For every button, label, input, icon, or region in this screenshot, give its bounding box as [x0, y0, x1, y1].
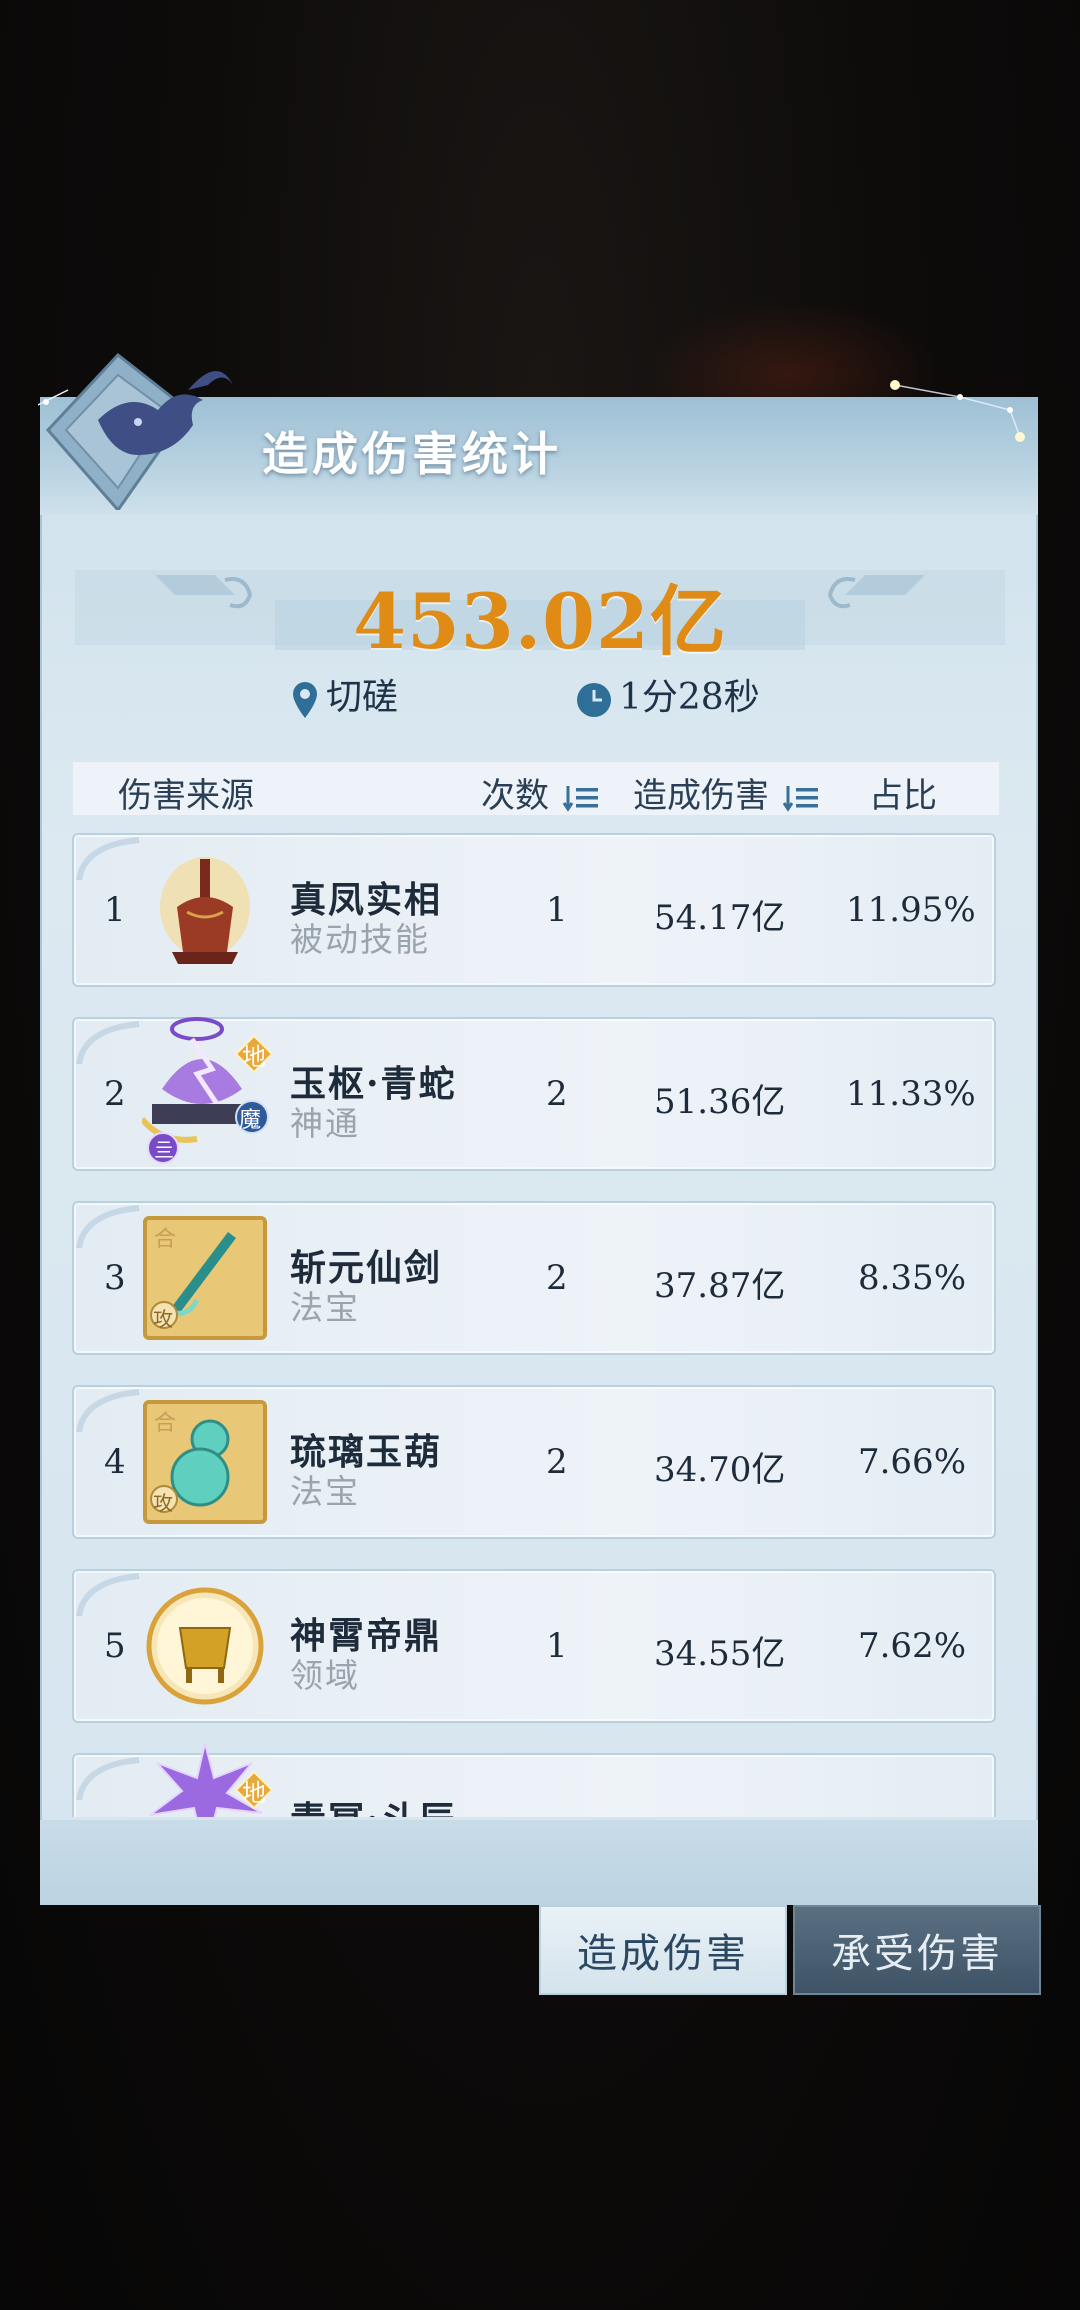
corner-ornament — [76, 1573, 140, 1617]
phoenix-statue-icon — [160, 857, 250, 964]
location-pin-icon — [293, 682, 317, 718]
source-type: 被动技能 — [290, 920, 430, 959]
header-damage[interactable]: 造成伤害 — [633, 768, 820, 817]
header-damage-label: 造成伤害 — [633, 776, 769, 816]
hit-count: 1 — [546, 1626, 568, 1666]
row-index: 2 — [104, 1074, 126, 1114]
constellation-decoration — [890, 380, 1025, 442]
hit-count: 2 — [546, 1258, 568, 1298]
row-index: 3 — [104, 1258, 126, 1298]
header-ratio: 占比 — [869, 776, 937, 816]
beast-emblem-icon — [38, 352, 233, 510]
header-count[interactable]: 次数 — [481, 768, 600, 817]
list-item[interactable]: 地 青冥·斗辰 — [72, 1743, 996, 1817]
tab-damage-taken[interactable]: 承受伤害 — [793, 1905, 1041, 1995]
source-type: 法宝 — [290, 1288, 360, 1327]
corner-ornament — [76, 1389, 140, 1433]
tab-damage-dealt[interactable]: 造成伤害 — [539, 1905, 787, 1995]
row-index: 5 — [104, 1626, 126, 1666]
source-type: 神通 — [290, 1104, 360, 1143]
damage-value: 54.17亿 — [654, 898, 786, 938]
badge-top-label: 合 — [154, 1411, 177, 1436]
sort-icon — [562, 786, 598, 812]
badge-right-label: 魔 — [239, 1108, 262, 1133]
location-info: 切磋 — [290, 668, 398, 720]
panel-title: 造成伤害统计 — [262, 427, 562, 481]
list-item[interactable]: 3 合 攻 斩元仙剑 法宝 2 37.87亿 8.35% — [72, 1201, 996, 1355]
list-item[interactable]: 2 地 魔 亖 玉枢·青蛇 神通 2 51.36亿 11.33% — [72, 1017, 996, 1171]
badge-bottom-label: 攻 — [153, 1491, 173, 1515]
corner-ornament — [76, 1205, 140, 1249]
badge-top-label: 地 — [242, 1043, 266, 1071]
badge-bottom-label: 攻 — [153, 1307, 173, 1331]
list-item[interactable]: 5 神霄帝鼎 领域 1 34.55亿 7.62% — [72, 1569, 996, 1723]
damage-value: 51.36亿 — [654, 1082, 786, 1122]
row-index: 1 — [104, 890, 126, 930]
damage-ratio: 7.62% — [857, 1626, 966, 1666]
corner-ornament — [76, 1757, 140, 1801]
damage-ratio: 7.66% — [857, 1442, 966, 1482]
sort-icon — [782, 786, 818, 812]
table-header: 伤害来源 次数 造成伤害 占比 — [73, 762, 999, 817]
hit-count: 2 — [546, 1074, 568, 1114]
damage-ratio: 11.95% — [846, 890, 976, 930]
hit-count: 1 — [546, 890, 568, 930]
badge-bottom-label: 亖 — [154, 1138, 174, 1162]
damage-value: 37.87亿 — [654, 1266, 786, 1306]
damage-source-list[interactable]: 1 真凤实相 被动技能 1 54.17亿 11.95% 2 地 魔 亖 玉枢·青… — [72, 830, 1007, 1817]
corner-ornament — [76, 837, 140, 881]
total-damage-value: 453.02亿 — [353, 577, 727, 666]
damage-value: 34.55亿 — [654, 1634, 786, 1674]
list-item[interactable]: 4 合 攻 琉璃玉葫 法宝 2 34.70亿 7.66% — [72, 1385, 996, 1539]
hit-count: 2 — [546, 1442, 568, 1482]
damage-ratio: 8.35% — [857, 1258, 966, 1298]
corner-ornament — [76, 1021, 140, 1065]
badge-top-label: 合 — [154, 1227, 177, 1252]
clock-icon — [577, 683, 611, 717]
damage-value: 34.70亿 — [654, 1450, 786, 1490]
panel-footer — [40, 1820, 1038, 1905]
golden-cauldron-icon — [146, 1587, 264, 1705]
location-text: 切磋 — [326, 677, 399, 718]
source-type: 领域 — [290, 1656, 360, 1695]
row-index: 4 — [104, 1442, 126, 1482]
badge-top-label: 地 — [242, 1779, 266, 1807]
list-item[interactable]: 1 真凤实相 被动技能 1 54.17亿 11.95% — [72, 833, 996, 987]
source-type: 法宝 — [290, 1472, 360, 1511]
source-name: 青冥·斗辰 — [290, 1791, 457, 1817]
damage-ratio: 11.33% — [846, 1074, 976, 1114]
header-count-label: 次数 — [481, 776, 549, 816]
duration-info: 1分28秒 — [575, 668, 760, 720]
duration-text: 1分28秒 — [619, 677, 760, 718]
header-source: 伤害来源 — [118, 776, 254, 816]
